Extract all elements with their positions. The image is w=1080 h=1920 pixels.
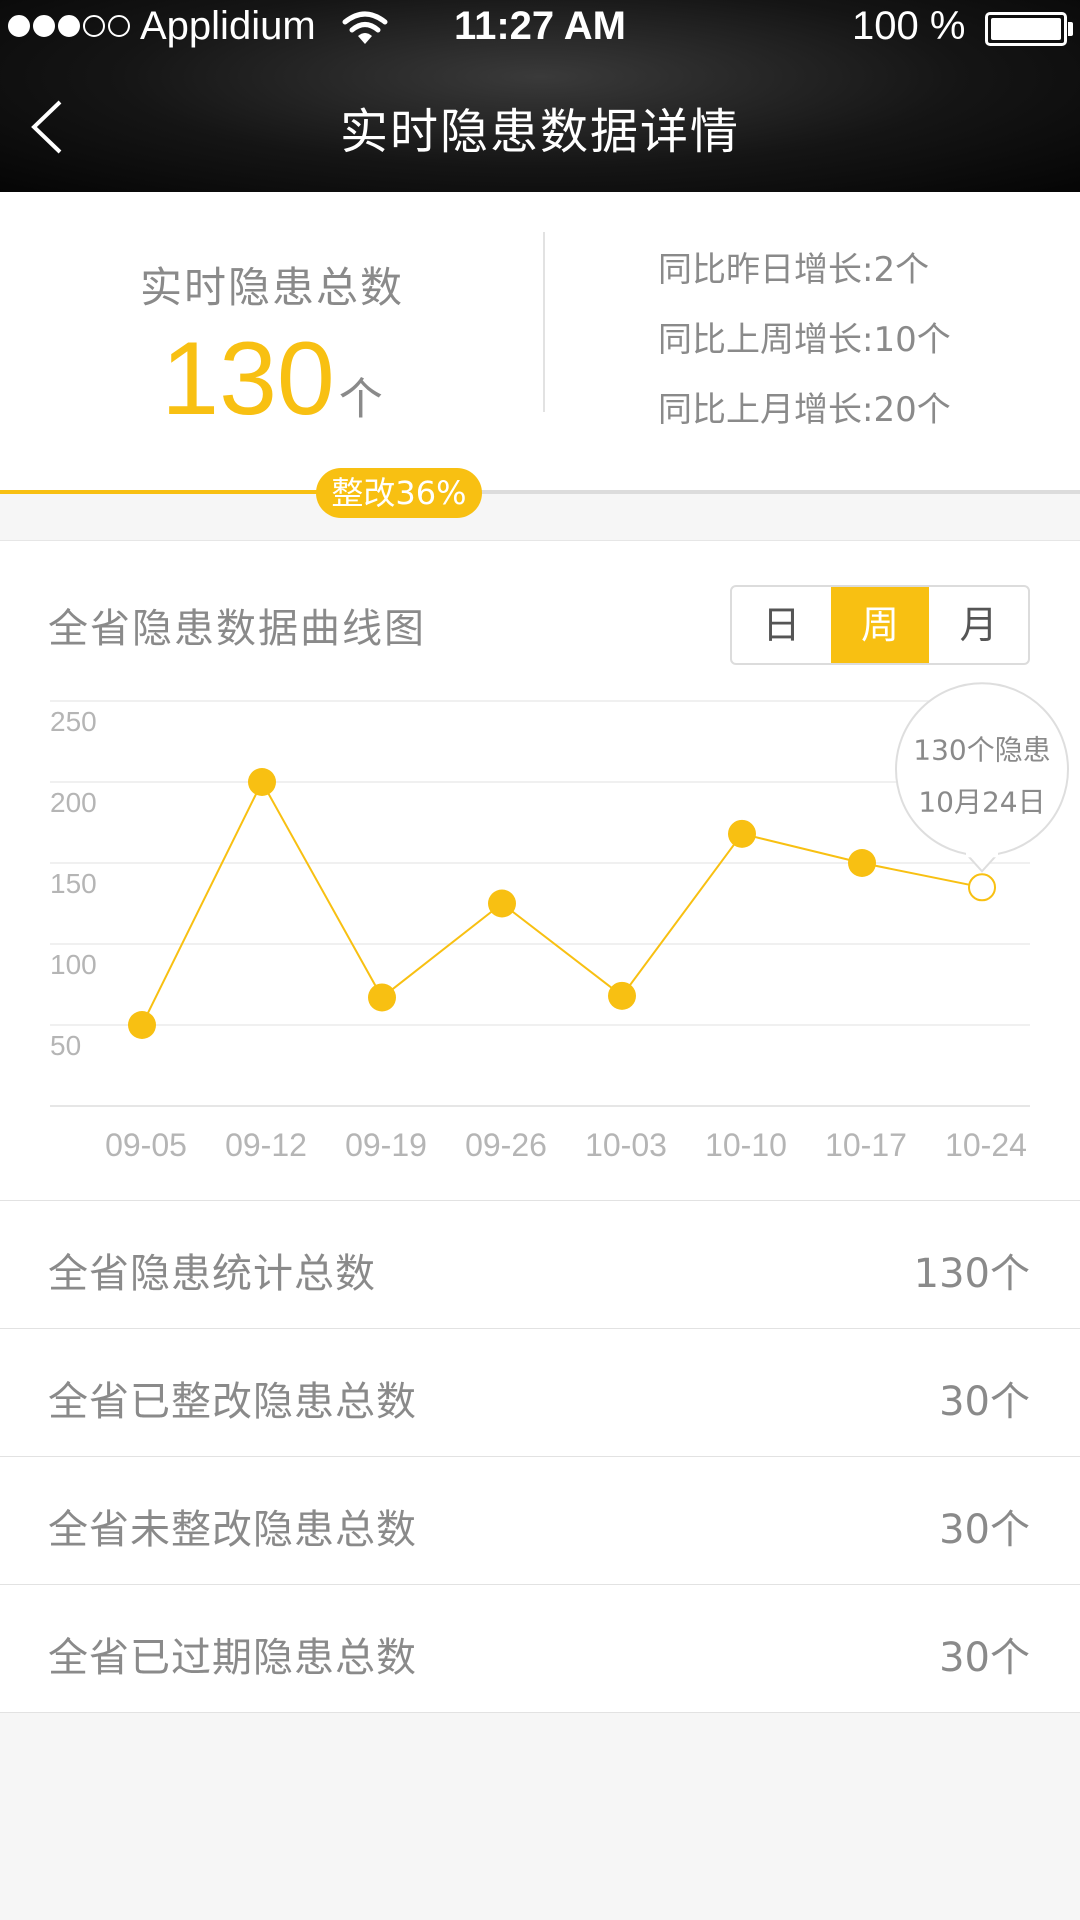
tab-day[interactable]: 日 [732,587,831,663]
y-tick-label: 250 [50,706,97,737]
total-block: 实时隐患总数 130个 [0,192,544,452]
chart-panel: 50 100 150 200 250 09-05 09-12 09-19 09-26 10-03 1… [0,540,1080,1200]
summary-card: 实时隐患总数 130个 同比昨日增长:2个 同比上周增长:10个 同比上月增长:… [0,192,1080,518]
data-point [608,981,636,1010]
rectification-progress-bar [0,490,1080,494]
list-item[interactable]: 全省未整改隐患总数 30个 [0,1457,1080,1585]
data-point [968,873,996,902]
battery-icon [985,12,1067,46]
y-tick-label: 200 [50,787,97,818]
stat-label: 全省未整改隐患总数 [48,1507,417,1553]
stat-value: 30个 [939,1507,1030,1553]
list-item[interactable]: 全省隐患统计总数 130个 [0,1201,1080,1329]
list-item[interactable]: 全省已整改隐患总数 30个 [0,1329,1080,1457]
data-point [728,819,756,848]
x-tick-label: 09-05 [105,1127,187,1163]
stat-label: 全省隐患统计总数 [48,1251,376,1297]
progress-badge: 整改36% [316,468,482,518]
tooltip-joint [966,847,998,858]
stat-value: 30个 [939,1635,1030,1681]
growth-weekly: 同比上周增长:10个 [658,320,951,360]
y-tick-label: 150 [50,868,97,899]
total-count: 130个 [0,320,544,439]
x-tick-label: 10-03 [585,1127,667,1163]
tooltip-date: 10月24日 [918,785,1045,818]
tooltip-bubble [895,682,1069,857]
data-point [128,1011,156,1039]
total-number: 130 [161,321,335,437]
x-tick-label: 09-12 [225,1127,307,1163]
stat-label: 全省已过期隐患总数 [48,1635,417,1681]
stat-value: 30个 [939,1379,1030,1425]
series-line [141,779,983,1026]
header: Applidium 11:27 AM 100 % 实时隐患数据详情 [0,0,1080,192]
growth-daily: 同比昨日增长:2个 [658,250,930,290]
divider [543,232,545,412]
x-tick-label: 10-24 [945,1127,1027,1163]
data-point [368,983,396,1012]
tooltip-value: 130个隐患 [913,733,1050,766]
battery-percent: 100 % [852,4,966,48]
stat-label: 全省已整改隐患总数 [48,1379,417,1425]
list-item[interactable]: 全省已过期隐患总数 30个 [0,1585,1080,1713]
tab-month[interactable]: 月 [929,587,1028,663]
chart-title: 全省隐患数据曲线图 [48,606,426,652]
x-tick-label: 09-19 [345,1127,427,1163]
battery-tip [1068,22,1073,36]
x-tick-label: 10-10 [705,1127,787,1163]
status-bar: Applidium 11:27 AM 100 % [0,0,1080,58]
growth-monthly: 同比上月增长:20个 [658,390,951,430]
stat-value: 130个 [913,1251,1030,1297]
page-title: 实时隐患数据详情 [339,104,740,160]
growth-list: 同比昨日增长:2个 同比上周增长:10个 同比上月增长:20个 [658,250,951,460]
data-point [488,889,516,918]
y-tick-label: 100 [50,949,97,980]
y-tick-label: 50 [50,1030,81,1061]
data-point [248,768,276,796]
total-label: 实时隐患总数 [139,263,404,312]
x-tick-label: 09-26 [465,1127,547,1163]
tab-week[interactable]: 周 [830,587,930,663]
total-unit: 个 [338,374,383,425]
period-switcher: 日 周 月 [730,585,1030,665]
stats-list: 全省隐患统计总数 130个 全省已整改隐患总数 30个 全省未整改隐患总数 30… [0,1200,1080,1713]
x-tick-label: 10-17 [825,1127,907,1163]
data-point [848,849,876,877]
